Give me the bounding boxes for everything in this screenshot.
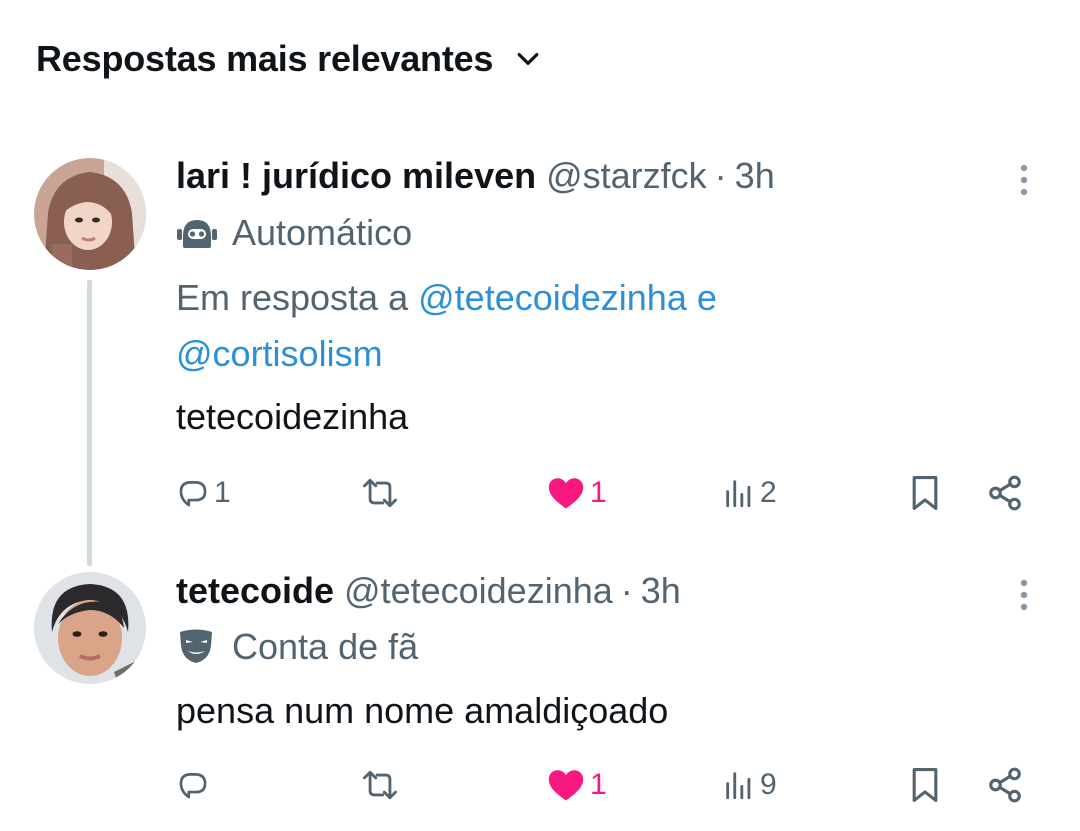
more-vertical-icon <box>1020 164 1028 196</box>
like-button[interactable]: 1 <box>546 468 607 518</box>
avatar-photo <box>34 158 146 270</box>
avatar[interactable] <box>34 572 146 684</box>
tweet-text: tetecoidezinha <box>176 396 409 437</box>
heart-filled-icon <box>548 770 584 801</box>
thread-connector <box>87 280 92 566</box>
tweet-actions: 1 9 <box>0 760 1080 810</box>
theater-masks-icon <box>180 629 212 663</box>
bookmark-button[interactable] <box>908 468 942 518</box>
bookmark-button[interactable] <box>908 760 942 810</box>
timestamp[interactable]: 3h <box>641 569 681 613</box>
reply-icon <box>179 773 207 799</box>
fan-account-label-text: Conta de fã <box>232 626 419 667</box>
tweet-header: lari ! jurídico mileven @starzfck · 3h <box>176 154 775 198</box>
user-handle[interactable]: @tetecoidezinha <box>344 569 613 613</box>
robot-icon <box>177 220 217 248</box>
reply-joiner: e <box>696 277 717 318</box>
reply-button[interactable]: 1 <box>176 468 231 518</box>
more-vertical-icon <box>1020 579 1028 611</box>
reply-icon <box>179 481 207 507</box>
bookmark-icon <box>912 475 938 510</box>
share-icon <box>989 767 1021 803</box>
share-button[interactable] <box>986 760 1024 810</box>
display-name[interactable]: tetecoide <box>176 569 334 613</box>
reply-context: Em resposta a @tetecoidezinha e @cortiso… <box>176 270 876 382</box>
bookmark-icon <box>912 768 938 802</box>
display-name[interactable]: lari ! jurídico mileven <box>176 154 536 198</box>
timestamp[interactable]: 3h <box>735 154 775 198</box>
reply-count: 1 <box>214 476 231 509</box>
views-button[interactable]: 2 <box>722 468 777 518</box>
avatar[interactable] <box>34 158 146 270</box>
reply-prefix: Em resposta a <box>176 277 409 318</box>
analytics-icon <box>726 480 751 508</box>
retweet-button[interactable] <box>358 760 402 810</box>
retweet-icon <box>363 478 397 508</box>
retweet-button[interactable] <box>358 468 402 518</box>
like-count: 1 <box>590 476 607 509</box>
analytics-icon <box>726 772 751 800</box>
view-count: 2 <box>760 476 777 509</box>
like-count: 1 <box>590 768 607 801</box>
sort-label: Respostas mais relevantes <box>36 38 494 79</box>
more-options-button[interactable] <box>1010 160 1038 200</box>
mention-link[interactable]: @tetecoidezinha <box>418 277 687 318</box>
tweet-header: tetecoide @tetecoidezinha · 3h <box>176 569 681 613</box>
like-button[interactable]: 1 <box>546 760 607 810</box>
share-icon <box>989 475 1021 511</box>
automated-label[interactable]: Automático <box>176 212 412 254</box>
share-button[interactable] <box>986 468 1024 518</box>
reply-button[interactable] <box>176 760 214 810</box>
replies-page: Respostas mais relevantes lari ! jurídic… <box>0 0 1080 831</box>
mention-link[interactable]: @cortisolism <box>176 333 383 374</box>
tweet-text: pensa num nome amaldiçoado <box>176 690 669 731</box>
fan-account-label[interactable]: Conta de fã <box>176 626 418 668</box>
retweet-icon <box>363 770 397 800</box>
more-options-button[interactable] <box>1010 575 1038 615</box>
views-button[interactable]: 9 <box>722 760 777 810</box>
user-handle[interactable]: @starzfck <box>546 154 707 198</box>
avatar-photo <box>34 572 146 684</box>
tweet-actions: 1 1 2 <box>0 468 1080 518</box>
separator-dot: · <box>714 155 727 196</box>
view-count: 9 <box>760 768 777 801</box>
chevron-down-icon <box>517 53 539 65</box>
automated-label-text: Automático <box>232 212 413 253</box>
heart-filled-icon <box>548 478 584 509</box>
separator-dot: · <box>620 570 633 611</box>
sort-dropdown[interactable]: Respostas mais relevantes <box>36 38 543 80</box>
